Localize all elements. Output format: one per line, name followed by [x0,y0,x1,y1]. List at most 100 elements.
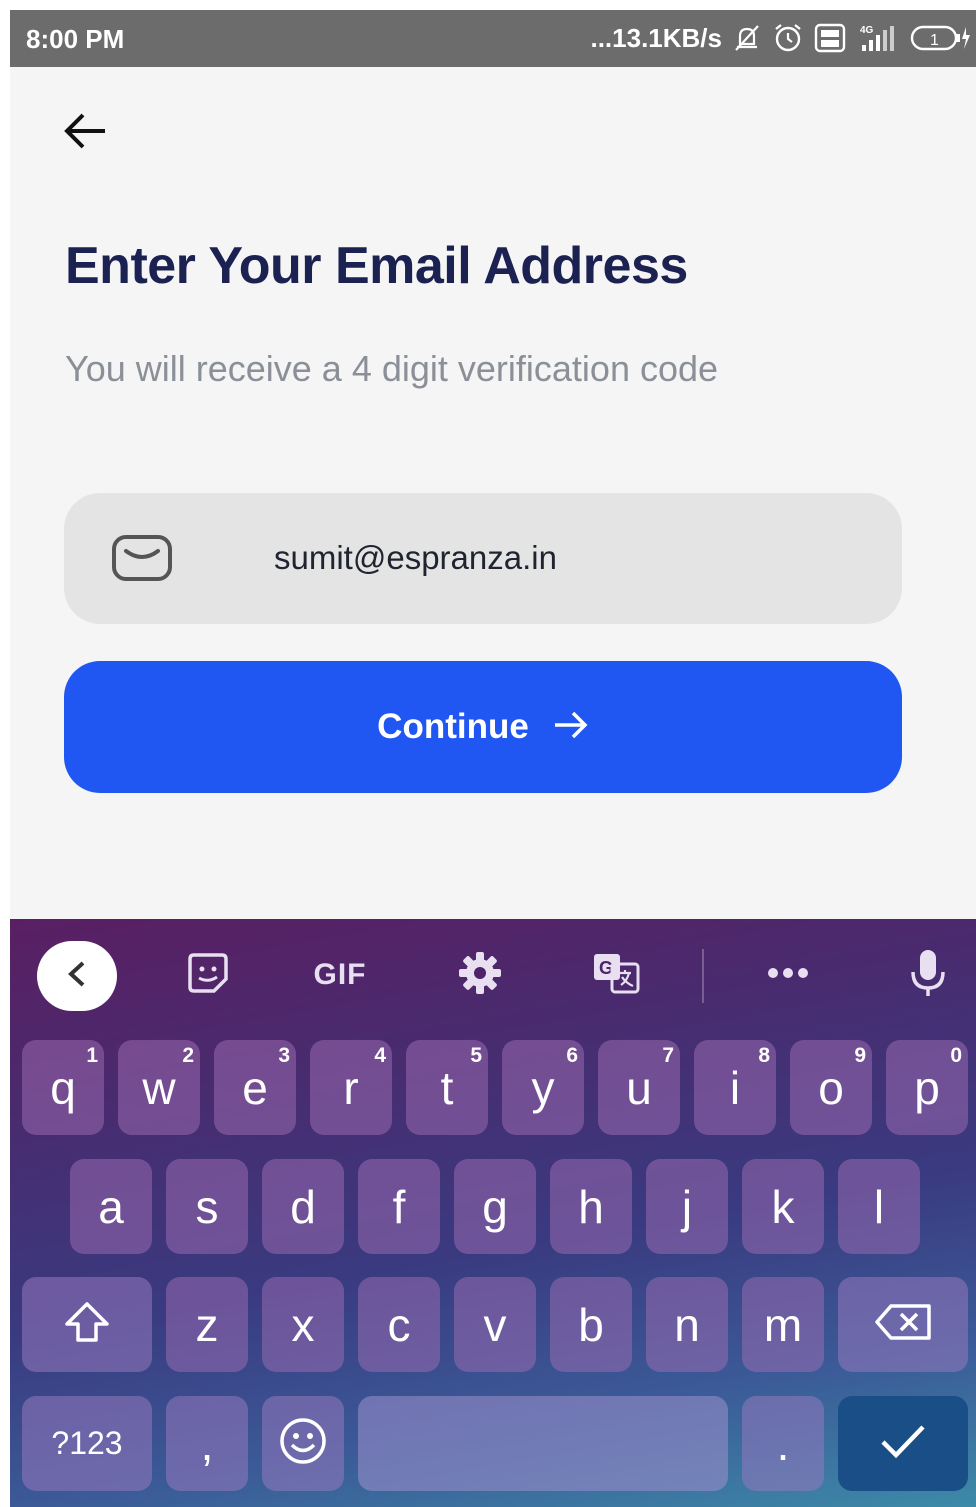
back-button[interactable] [58,110,112,156]
key-label: b [578,1298,604,1351]
key-label: f [392,1180,406,1233]
key-number-hint: 5 [470,1044,482,1067]
shift-icon [63,1300,111,1349]
key-f[interactable]: f [358,1159,440,1254]
svg-text:1: 1 [930,32,939,49]
sticker-button[interactable] [176,945,240,1005]
key-label: d [290,1180,316,1233]
voice-input-button[interactable] [898,945,958,1005]
page-subtitle: You will receive a 4 digit verification … [65,348,719,389]
page-title: Enter Your Email Address [65,237,688,295]
key-w[interactable]: w2 [118,1040,200,1135]
key-label: n [674,1298,700,1351]
key-n[interactable]: n [646,1277,728,1372]
status-icons: ...13.1KB/s 4G 1 [590,21,972,55]
svg-text:4G: 4G [860,25,874,36]
key-y[interactable]: y6 [502,1040,584,1135]
key-h[interactable]: h [550,1159,632,1254]
battery-icon: 1 [910,23,972,53]
key-label: ?123 [51,1425,123,1461]
backspace-key[interactable] [838,1277,968,1372]
checkmark-icon [878,1421,928,1466]
key-label: v [483,1298,507,1351]
backspace-icon [873,1302,933,1347]
key-q[interactable]: q1 [22,1040,104,1135]
key-v[interactable]: v [454,1277,536,1372]
key-e[interactable]: e3 [214,1040,296,1135]
shift-key[interactable] [22,1277,152,1372]
key-s[interactable]: s [166,1159,248,1254]
key-label: u [626,1061,652,1114]
gif-button[interactable]: GIF [300,945,380,1005]
key-number-hint: 3 [278,1044,290,1067]
key-label: a [98,1180,124,1233]
key-i[interactable]: i8 [694,1040,776,1135]
key-j[interactable]: j [646,1159,728,1254]
key-label: . [776,1417,790,1470]
status-bar: 8:00 PM ...13.1KB/s 4G 1 [10,10,976,67]
key-label: k [771,1180,795,1233]
status-time: 8:00 PM [26,24,125,54]
key-z[interactable]: z [166,1277,248,1372]
key-number-hint: 9 [854,1044,866,1067]
period-key[interactable]: . [742,1396,824,1491]
chevron-left-icon [65,959,89,994]
soft-keyboard: GIF G q1w2e3 r 4 t 5 y 6 u 7 i 8 o 9 p 0… [10,919,976,1507]
key-label: w [142,1061,176,1114]
key-t[interactable]: t5 [406,1040,488,1135]
key-l[interactable]: l [838,1159,920,1254]
key-c[interactable]: c [358,1277,440,1372]
more-options-button[interactable] [758,945,818,1005]
gear-icon [457,950,503,1001]
microphone-icon [908,948,948,1003]
keyboard-collapse-button[interactable] [37,941,117,1011]
key-label: i [729,1061,741,1114]
key-x[interactable]: x [262,1277,344,1372]
keyboard-settings-button[interactable] [450,945,510,1005]
key-r[interactable]: r4 [310,1040,392,1135]
space-key[interactable] [358,1396,728,1491]
key-number-hint: 1 [86,1044,98,1067]
key-label: p [914,1061,940,1114]
key-label: r [343,1061,359,1114]
key-o[interactable]: o9 [790,1040,872,1135]
continue-label: Continue [377,707,529,746]
key-p[interactable]: p0 [886,1040,968,1135]
key-label: j [681,1180,693,1233]
key-a[interactable]: a [70,1159,152,1254]
translate-button[interactable]: G [586,945,646,1005]
key-g[interactable]: g [454,1159,536,1254]
email-input[interactable] [274,533,854,583]
key-label: y [531,1061,555,1114]
keyboard-toolbar: GIF G [10,919,976,1031]
comma-key[interactable]: , [166,1396,248,1491]
key-label: t [440,1061,454,1114]
translate-icon: G [591,951,641,1000]
arrow-right-icon [553,710,589,745]
key-m[interactable]: m [742,1277,824,1372]
key-k[interactable]: k [742,1159,824,1254]
notifications-off-icon [732,23,762,53]
key-b[interactable]: b [550,1277,632,1372]
email-field[interactable] [64,493,902,624]
key-label: z [195,1298,219,1351]
key-label: x [291,1298,315,1351]
key-label: q [50,1061,76,1114]
toolbar-divider [702,949,704,1003]
arrow-left-icon [61,111,109,156]
key-label: c [387,1298,411,1351]
volte-icon [814,23,846,53]
emoji-icon [278,1416,328,1471]
key-u[interactable]: u7 [598,1040,680,1135]
continue-button[interactable]: Continue [64,661,902,793]
symbols-key[interactable]: ?123 [22,1396,152,1491]
key-d[interactable]: d [262,1159,344,1254]
sticker-icon [184,951,232,1000]
key-label: o [818,1061,844,1114]
emoji-key[interactable] [262,1396,344,1491]
key-number-hint: 0 [950,1044,962,1067]
key-label: e [242,1061,268,1114]
enter-key[interactable] [838,1396,968,1491]
app-screen: 8:00 PM ...13.1KB/s 4G 1 Enter Your Emai… [10,10,976,1507]
alarm-icon [772,22,804,54]
